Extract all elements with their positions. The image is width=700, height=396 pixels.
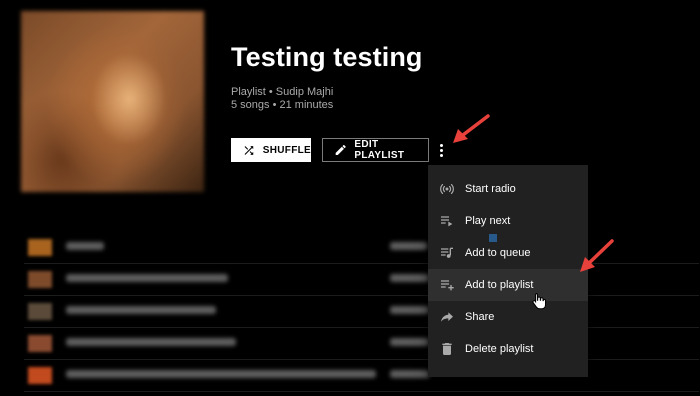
blurred-artist: [390, 306, 430, 314]
blurred-song-title: [66, 370, 376, 378]
menu-item-label: Play next: [465, 215, 511, 227]
menu-item-add-to-queue[interactable]: Add to queue: [428, 237, 588, 269]
song-thumbnail: [28, 335, 52, 352]
blurred-song-title: [66, 274, 228, 282]
blurred-artist: [390, 338, 430, 346]
more-vert-icon: [439, 144, 443, 147]
playlist-cover-art: [21, 11, 204, 192]
share-icon: [441, 312, 453, 322]
trash-icon: [442, 343, 452, 355]
song-thumbnail: [28, 303, 52, 320]
menu-item-label: Delete playlist: [465, 343, 534, 355]
menu-item-label: Add to playlist: [465, 279, 534, 291]
song-thumbnail: [28, 271, 52, 288]
playlist-title: Testing testing: [231, 42, 423, 72]
annotation-arrow-add-to-playlist: [580, 239, 614, 272]
queue-icon: [441, 247, 453, 258]
menu-item-start-radio[interactable]: Start radio: [428, 173, 588, 205]
blurred-song-title: [66, 338, 236, 346]
playlist-subtitle: Playlist • Sudip Majhi: [231, 86, 334, 98]
playlist-options-menu: Start radio Play next Add to queue Add t…: [428, 165, 588, 377]
song-thumbnail: [28, 367, 52, 384]
tooltip-marker: [489, 234, 497, 242]
menu-item-label: Add to queue: [465, 247, 531, 259]
menu-item-share[interactable]: Share: [428, 301, 588, 333]
song-thumbnail: [28, 239, 52, 256]
menu-item-add-to-playlist[interactable]: Add to playlist: [428, 269, 588, 301]
shuffle-icon: [244, 145, 254, 155]
blurred-artist: [390, 370, 430, 378]
play-next-icon: [441, 216, 453, 227]
edit-playlist-label: EDIT PLAYLIST: [354, 139, 405, 161]
pencil-icon: [335, 144, 346, 156]
blurred-artist: [390, 242, 428, 250]
playlist-meta: 5 songs • 21 minutes: [231, 99, 334, 111]
more-options-button[interactable]: [434, 141, 448, 161]
playlist-add-icon: [441, 280, 454, 291]
radio-icon: [440, 183, 454, 195]
menu-item-delete-playlist[interactable]: Delete playlist: [428, 333, 588, 365]
blurred-song-title: [66, 242, 104, 250]
song-row[interactable]: [24, 360, 699, 392]
edit-playlist-button[interactable]: EDIT PLAYLIST: [322, 138, 429, 162]
menu-item-label: Share: [465, 311, 495, 323]
song-row[interactable]: [24, 328, 699, 360]
blurred-artist: [390, 274, 430, 282]
shuffle-button[interactable]: SHUFFLE: [231, 138, 311, 162]
shuffle-label: SHUFFLE: [262, 144, 311, 156]
annotation-arrow-more: [453, 114, 490, 143]
song-row[interactable]: [24, 296, 699, 328]
menu-item-label: Start radio: [465, 183, 516, 195]
menu-item-play-next[interactable]: Play next: [428, 205, 588, 237]
blurred-song-title: [66, 306, 216, 314]
hand-cursor-icon: [532, 293, 546, 310]
